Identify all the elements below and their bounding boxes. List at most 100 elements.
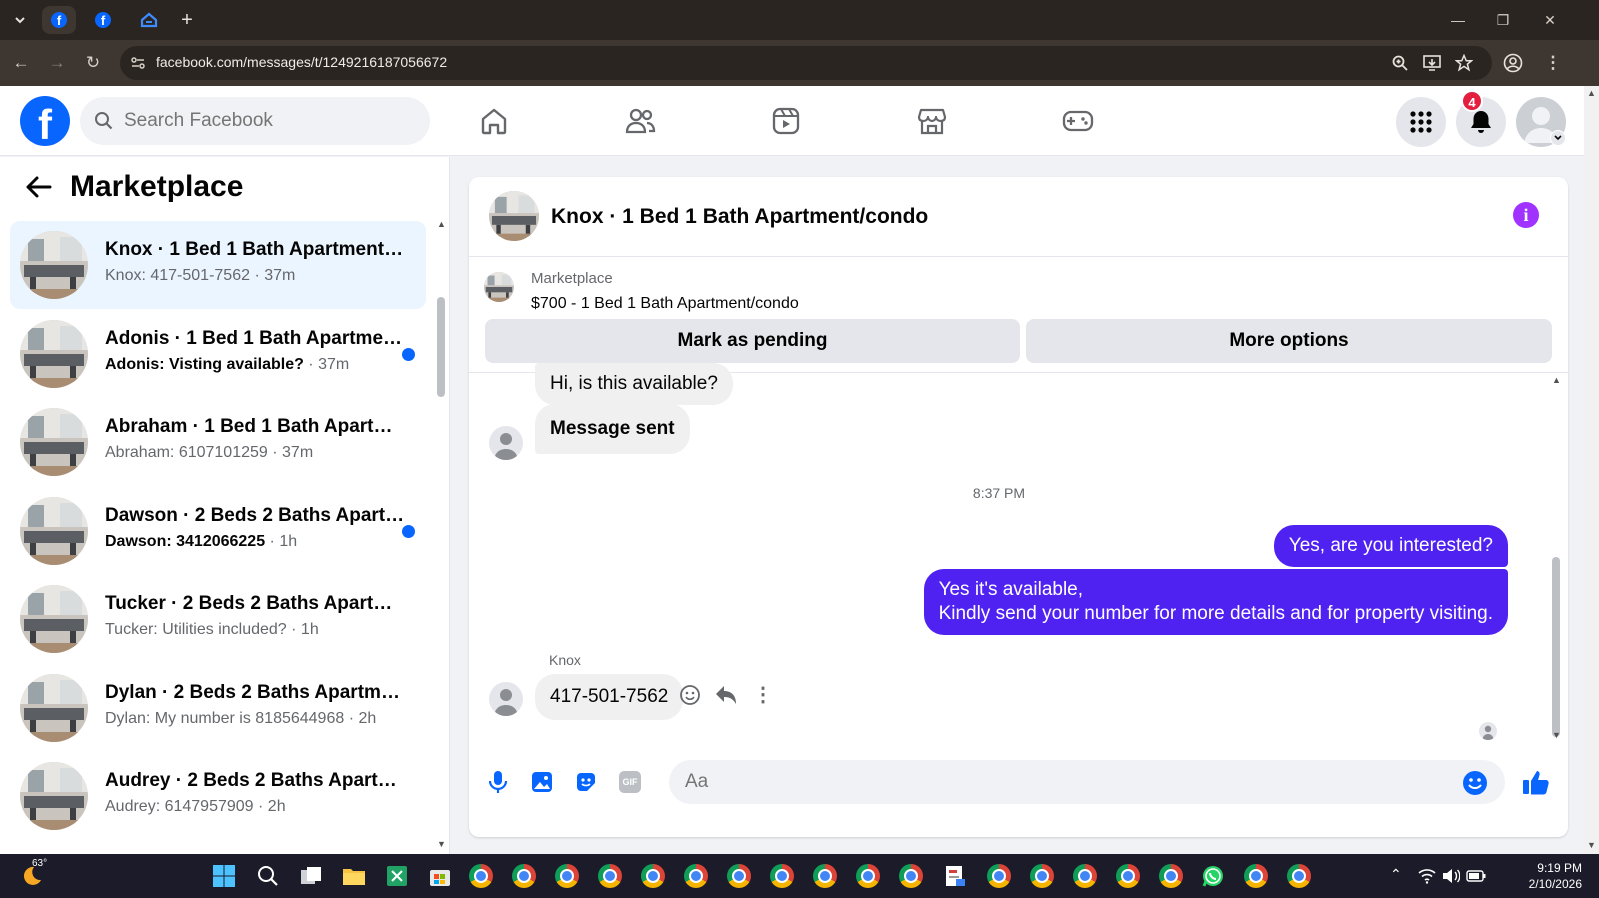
browser-tab-zillow[interactable] [132,6,166,34]
wifi-icon[interactable] [1418,868,1436,884]
back-arrow-icon[interactable] [24,175,52,205]
nav-video[interactable] [764,100,808,142]
more-options-button[interactable]: More options [1026,319,1552,363]
scroll-down-arrow-icon[interactable]: ▼ [1552,730,1561,740]
voice-clip-icon[interactable] [483,767,513,797]
conversation-item[interactable]: Audrey · 2 Beds 2 Baths Apartment/condo A… [10,752,426,840]
message-composer[interactable] [669,760,1505,804]
battery-icon[interactable] [1466,869,1486,883]
file-explorer[interactable] [340,862,368,890]
search-input[interactable] [124,97,414,145]
sender-avatar[interactable] [489,426,523,460]
tray-overflow-icon[interactable]: ⌃ [1390,866,1402,883]
chat-title[interactable]: Knox · 1 Bed 1 Bath Apartment/condo [551,205,928,229]
scroll-up-arrow-icon[interactable]: ▲ [1552,375,1561,385]
taskbar-chrome-window[interactable] [1285,862,1313,890]
conversation-item[interactable]: Adonis · 1 Bed 1 Bath Apartment/condo Ado… [10,310,426,398]
attach-photo-icon[interactable] [527,767,557,797]
taskbar-chrome-window[interactable] [596,862,624,890]
taskbar-chrome-window[interactable] [682,862,710,890]
install-app-icon[interactable] [1423,55,1441,71]
account-dropdown[interactable] [1550,130,1566,146]
conversation-item[interactable]: Abraham · 1 Bed 1 Bath Apartment/condo Ab… [10,398,426,486]
react-emoji-icon[interactable] [679,684,701,706]
bookmark-star-icon[interactable] [1455,54,1473,72]
taskbar-chrome-window[interactable] [897,862,925,890]
incoming-message[interactable]: Message sent [535,404,690,454]
nav-friends[interactable] [618,100,662,142]
volume-icon[interactable] [1442,868,1460,884]
taskbar-app[interactable] [941,862,969,890]
browser-tab-facebook[interactable]: f [86,6,120,34]
listing-title[interactable]: $700 - 1 Bed 1 Bath Apartment/condo [531,295,799,313]
scroll-up-arrow-icon[interactable]: ▲ [437,219,446,229]
taskbar-chrome-window[interactable] [1071,862,1099,890]
taskbar-chrome-window[interactable] [1157,862,1185,890]
clock[interactable]: 9:19 PM 2/10/2026 [1502,860,1582,892]
zoom-icon[interactable] [1392,55,1408,71]
emoji-icon[interactable] [1462,770,1488,796]
conversation-item[interactable]: Dawson · 2 Beds 2 Baths Apartment/condo D… [10,487,426,575]
site-settings-icon[interactable] [130,55,146,71]
minimize-button[interactable]: — [1443,8,1473,32]
taskbar-chrome-window[interactable] [725,862,753,890]
more-actions-icon[interactable]: ⋮ [753,682,773,707]
weather-widget[interactable]: 63° [20,858,47,888]
conversation-list-scrollbar[interactable] [437,297,445,397]
taskbar-chrome-window[interactable] [1028,862,1056,890]
close-window-button[interactable]: ✕ [1535,8,1565,32]
browser-menu-icon[interactable]: ⋮ [1540,50,1566,76]
menu-button[interactable] [1396,97,1446,147]
mark-as-pending-button[interactable]: Mark as pending [485,319,1020,363]
search-box[interactable] [80,97,430,145]
sticker-icon[interactable] [571,767,601,797]
restore-button[interactable]: ❐ [1488,8,1518,32]
taskbar-chrome-window[interactable] [467,862,495,890]
chat-scrollbar[interactable] [1552,557,1560,737]
nav-gaming[interactable] [1056,100,1100,142]
listing-small-thumbnail[interactable] [484,272,514,302]
start-button[interactable] [210,862,238,890]
taskbar-whatsapp[interactable] [1199,862,1227,890]
incoming-message[interactable]: Hi, is this available? [535,363,733,405]
taskbar-chrome-window[interactable] [854,862,882,890]
nav-marketplace[interactable] [910,100,954,142]
taskbar-search[interactable] [254,862,282,890]
browser-tab-facebook-active[interactable]: f [42,6,76,34]
reload-button[interactable]: ↻ [80,50,106,76]
like-thumb-icon[interactable] [1521,767,1551,797]
listing-thumbnail[interactable] [489,191,539,241]
outgoing-message[interactable]: Yes, are you interested? [1273,525,1508,567]
conversation-item[interactable]: Tucker · 2 Beds 2 Baths Apartment/condo T… [10,575,426,663]
omnibox[interactable]: facebook.com/messages/t/1249216187056672 [120,46,1492,80]
profile-icon[interactable] [1503,53,1523,73]
taskbar-chrome-window[interactable] [639,862,667,890]
incoming-message[interactable]: 417-501-7562 [535,674,684,720]
task-view[interactable] [297,862,325,890]
sender-avatar[interactable] [489,682,523,716]
conversation-item[interactable]: Knox · 1 Bed 1 Bath Apartment/condo Knox:… [10,221,426,309]
scroll-up-arrow-icon[interactable]: ▲ [1587,88,1596,98]
gif-icon[interactable]: GIF [615,767,645,797]
taskbar-chrome-window[interactable] [1114,862,1142,890]
taskbar-chrome-window[interactable] [553,862,581,890]
scroll-down-arrow-icon[interactable]: ▼ [437,839,446,849]
microsoft-store[interactable] [426,862,454,890]
outgoing-message[interactable]: Yes it's available, Kindly send your num… [923,569,1508,635]
taskbar-chrome-window[interactable] [985,862,1013,890]
back-button[interactable]: ← [8,50,34,76]
tab-list-button[interactable] [6,6,34,34]
taskbar-chrome-window[interactable] [1242,862,1270,890]
reply-icon[interactable] [714,684,738,706]
info-icon[interactable]: i [1513,202,1539,228]
taskbar-chrome-window[interactable] [811,862,839,890]
page-scrollbar[interactable]: ▲ ▼ [1584,86,1599,854]
taskbar-chrome-window[interactable] [768,862,796,890]
nav-home[interactable] [472,100,516,142]
message-input[interactable] [685,760,1445,804]
url-text[interactable]: facebook.com/messages/t/1249216187056672 [156,54,447,70]
taskbar-app-sheets[interactable] [383,862,411,890]
taskbar-chrome-window[interactable] [510,862,538,890]
conversation-item[interactable]: Dylan · 2 Beds 2 Baths Apartment/condo Dy… [10,664,426,752]
scroll-down-arrow-icon[interactable]: ▼ [1587,840,1596,850]
